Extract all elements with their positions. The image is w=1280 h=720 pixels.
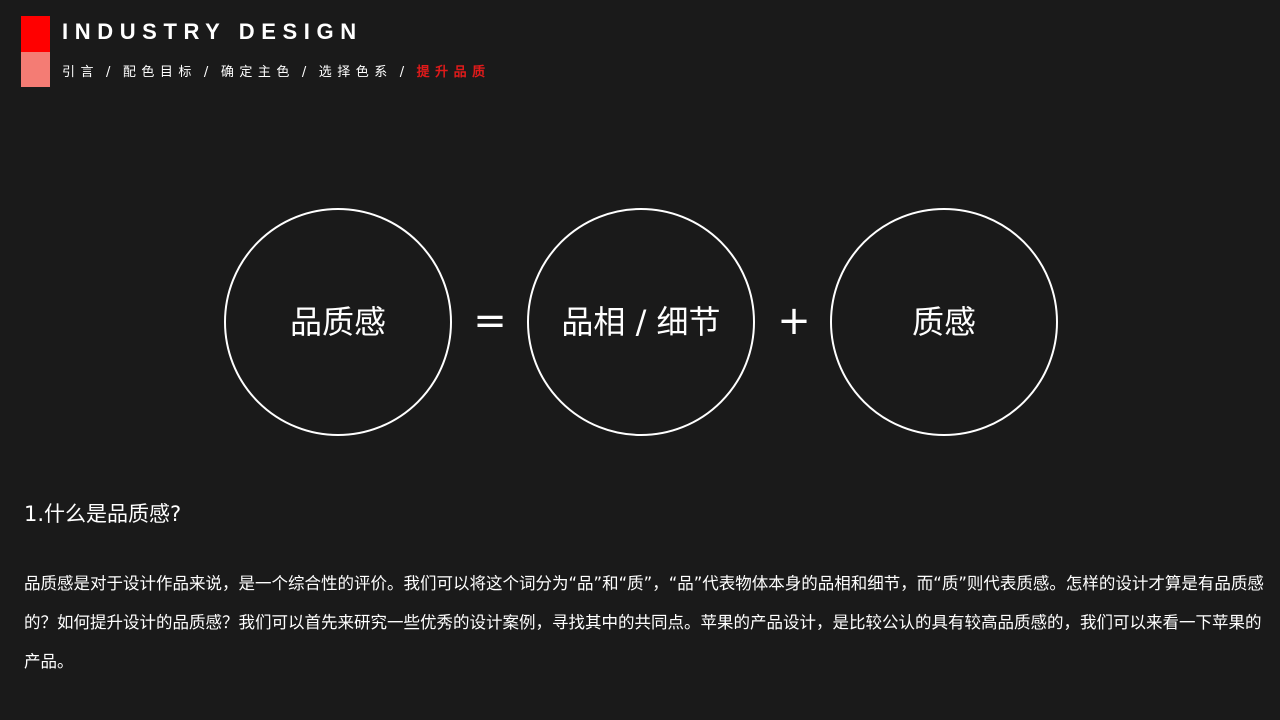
header-title: INDUSTRY DESIGN xyxy=(62,19,363,44)
circle-quality-feel: 品质感 xyxy=(224,208,452,436)
plus-sign: + xyxy=(777,298,811,344)
circle-label-quality-feel: 品质感 xyxy=(289,303,386,341)
breadcrumb-separator: / xyxy=(106,65,116,80)
equals-sign: = xyxy=(473,298,507,344)
breadcrumb: 引言 / 配色目标 / 确定主色 / 选择色系 / 提升品质 xyxy=(62,62,491,84)
breadcrumb-separator: / xyxy=(301,65,312,80)
breadcrumb-item-improve-quality[interactable]: 提升品质 xyxy=(417,65,491,80)
logo-block-pink xyxy=(21,52,50,87)
section-heading: 1.什么是品质感? xyxy=(24,502,182,526)
breadcrumb-separator: / xyxy=(399,65,410,80)
breadcrumb-separator: / xyxy=(203,65,214,80)
breadcrumb-item-color-goal[interactable]: 配色目标 xyxy=(123,65,197,80)
logo-block-red xyxy=(21,16,50,52)
circle-label-appearance-detail: 品相 / 细节 xyxy=(561,303,721,341)
breadcrumb-item-intro[interactable]: 引言 xyxy=(62,65,99,80)
circle-label-texture: 质感 xyxy=(911,303,976,341)
circle-texture: 质感 xyxy=(830,208,1058,436)
breadcrumb-item-main-color[interactable]: 确定主色 xyxy=(221,65,295,80)
breadcrumb-item-color-system[interactable]: 选择色系 xyxy=(319,65,393,80)
circle-appearance-detail: 品相 / 细节 xyxy=(527,208,755,436)
body-paragraph: 品质感是对于设计作品来说，是一个综合性的评价。我们可以将这个词分为“品”和“质”… xyxy=(24,574,1264,671)
